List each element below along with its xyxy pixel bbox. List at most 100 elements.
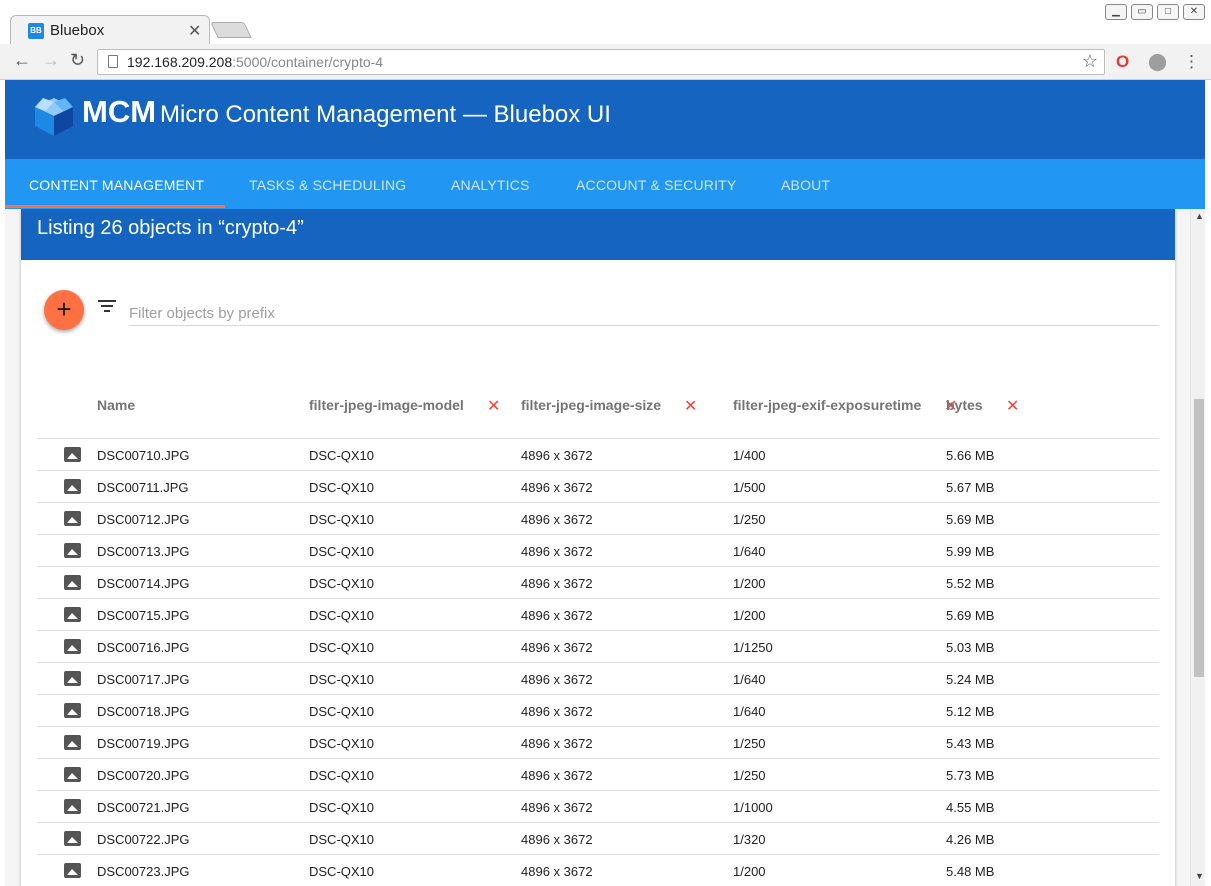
cell-name[interactable]: DSC00715.JPG <box>97 608 190 623</box>
browser-tab-strip: BB Bluebox ✕ ▁ ▭ □ ✕ <box>0 0 1211 44</box>
cell-bytes: 5.99 MB <box>946 544 995 559</box>
cell-image-model: DSC-QX10 <box>309 704 375 719</box>
cell-name[interactable]: DSC00716.JPG <box>97 640 190 655</box>
reload-icon[interactable]: ↻ <box>70 50 85 71</box>
table-row[interactable]: DSC00714.JPG DSC-QX10 4896 x 3672 1/200 5.52… <box>37 567 1159 599</box>
cell-image-model: DSC-QX10 <box>309 736 375 751</box>
cell-name[interactable]: DSC00713.JPG <box>97 544 190 559</box>
window-maximize-icon[interactable]: □ <box>1157 4 1179 20</box>
image-file-icon <box>64 671 81 686</box>
cell-bytes: 4.26 MB <box>946 832 995 847</box>
window-restore-icon[interactable]: ▭ <box>1131 4 1153 20</box>
table-row[interactable]: DSC00715.JPG DSC-QX10 4896 x 3672 1/200 5.69… <box>37 599 1159 631</box>
cell-name[interactable]: DSC00710.JPG <box>97 448 190 463</box>
forward-arrow-icon[interactable]: → <box>42 50 60 71</box>
cell-image-size: 4896 x 3672 <box>521 448 593 463</box>
nav-account-security[interactable]: ACCOUNT & SECURITY <box>576 177 736 193</box>
remove-column-bytes-icon[interactable]: ✕ <box>1006 396 1019 416</box>
cell-name[interactable]: DSC00711.JPG <box>97 480 189 495</box>
table-row[interactable]: DSC00722.JPG DSC-QX10 4896 x 3672 1/320 4.26… <box>37 823 1159 855</box>
cell-name[interactable]: DSC00718.JPG <box>97 704 190 719</box>
app-brand: MCM Micro Content Management — Bluebox UI <box>82 94 611 130</box>
table-row[interactable]: DSC00717.JPG DSC-QX10 4896 x 3672 1/640 5.24… <box>37 663 1159 695</box>
remove-column-image-size-icon[interactable]: ✕ <box>684 396 697 416</box>
image-file-icon <box>64 735 81 750</box>
table-row[interactable]: DSC00720.JPG DSC-QX10 4896 x 3672 1/250 5.73… <box>37 759 1159 791</box>
main-nav: CONTENT MANAGEMENT TASKS & SCHEDULING AN… <box>5 159 1205 209</box>
listing-title: Listing 26 objects in “crypto-4” <box>37 217 304 239</box>
window-close-icon[interactable]: ✕ <box>1183 4 1205 20</box>
cell-exposuretime: 1/250 <box>733 768 766 783</box>
table-row[interactable]: DSC00718.JPG DSC-QX10 4896 x 3672 1/640 5.12… <box>37 695 1159 727</box>
table-row[interactable]: DSC00710.JPG DSC-QX10 4896 x 3672 1/400 5.66… <box>37 439 1159 471</box>
new-tab-button[interactable] <box>210 22 252 38</box>
cell-image-model: DSC-QX10 <box>309 768 375 783</box>
image-file-icon <box>64 799 81 814</box>
nav-about[interactable]: ABOUT <box>781 177 830 193</box>
table-row[interactable]: DSC00712.JPG DSC-QX10 4896 x 3672 1/250 5.69… <box>37 503 1159 535</box>
cell-exposuretime: 1/500 <box>733 480 766 495</box>
page-info-icon[interactable] <box>108 55 118 68</box>
cell-bytes: 5.69 MB <box>946 608 995 623</box>
filter-prefix-input[interactable] <box>129 301 1159 326</box>
add-object-button[interactable]: + <box>44 290 84 330</box>
cell-exposuretime: 1/200 <box>733 864 766 879</box>
nav-tasks-scheduling[interactable]: TASKS & SCHEDULING <box>249 177 406 193</box>
image-file-icon <box>64 479 81 494</box>
column-header-exposuretime[interactable]: filter-jpeg-exif-exposuretime <box>733 397 921 413</box>
table-row[interactable]: DSC00723.JPG DSC-QX10 4896 x 3672 1/200 5.48… <box>37 855 1159 886</box>
brand-bold: MCM <box>82 94 157 129</box>
cell-name[interactable]: DSC00722.JPG <box>97 832 190 847</box>
scroll-up-arrow-icon[interactable]: ▲ <box>1195 211 1204 221</box>
browser-menu-icon[interactable]: ⋮ <box>1183 52 1200 72</box>
image-file-icon <box>64 863 81 878</box>
cell-name[interactable]: DSC00712.JPG <box>97 512 190 527</box>
table-row[interactable]: DSC00719.JPG DSC-QX10 4896 x 3672 1/250 5.43… <box>37 727 1159 759</box>
scrollbar-thumb[interactable] <box>1194 399 1204 677</box>
cell-name[interactable]: DSC00720.JPG <box>97 768 190 783</box>
table-row[interactable]: DSC00713.JPG DSC-QX10 4896 x 3672 1/640 5.99… <box>37 535 1159 567</box>
image-file-icon <box>64 703 81 718</box>
cell-exposuretime: 1/250 <box>733 736 766 751</box>
cell-bytes: 5.52 MB <box>946 576 995 591</box>
address-bar[interactable]: 192.168.209.208:5000/container/crypto-4 … <box>97 49 1105 75</box>
cell-exposuretime: 1/1000 <box>733 800 773 815</box>
cell-image-size: 4896 x 3672 <box>521 864 593 879</box>
cell-name[interactable]: DSC00717.JPG <box>97 672 190 687</box>
column-header-bytes[interactable]: bytes <box>946 397 983 413</box>
back-arrow-icon[interactable]: ← <box>13 50 31 71</box>
column-header-name[interactable]: Name <box>97 397 135 413</box>
cell-image-size: 4896 x 3672 <box>521 512 593 527</box>
object-listing-card: Listing 26 objects in “crypto-4” + Name … <box>21 209 1175 886</box>
cell-image-size: 4896 x 3672 <box>521 576 593 591</box>
url-path: :5000/container/crypto-4 <box>232 54 384 70</box>
address-url[interactable]: 192.168.209.208:5000/container/crypto-4 <box>127 54 383 70</box>
cell-exposuretime: 1/200 <box>733 576 766 591</box>
page-scrollbar[interactable]: ▲ ▼ <box>1190 209 1205 886</box>
cell-exposuretime: 1/250 <box>733 512 766 527</box>
cell-image-size: 4896 x 3672 <box>521 608 593 623</box>
remove-column-image-model-icon[interactable]: ✕ <box>487 396 500 416</box>
close-tab-icon[interactable]: ✕ <box>188 21 201 41</box>
table-row[interactable]: DSC00716.JPG DSC-QX10 4896 x 3672 1/1250 5.0… <box>37 631 1159 663</box>
cell-image-size: 4896 x 3672 <box>521 704 593 719</box>
app-header: MCM Micro Content Management — Bluebox UI <box>5 80 1205 159</box>
cell-name[interactable]: DSC00723.JPG <box>97 864 190 879</box>
column-header-image-size[interactable]: filter-jpeg-image-size <box>521 397 661 413</box>
scroll-down-arrow-icon[interactable]: ▼ <box>1195 871 1204 881</box>
column-header-image-model[interactable]: filter-jpeg-image-model <box>309 397 464 413</box>
window-minimize-icon[interactable]: ▁ <box>1105 4 1127 20</box>
table-row[interactable]: DSC00721.JPG DSC-QX10 4896 x 3672 1/1000 4.5… <box>37 791 1159 823</box>
cell-name[interactable]: DSC00721.JPG <box>97 800 190 815</box>
circle-extension-icon[interactable]: ⬤ <box>1148 52 1167 72</box>
image-file-icon <box>64 447 81 462</box>
nav-analytics[interactable]: ANALYTICS <box>451 177 530 193</box>
table-row[interactable]: DSC00711.JPG DSC-QX10 4896 x 3672 1/500 5.67… <box>37 471 1159 503</box>
cell-image-size: 4896 x 3672 <box>521 640 593 655</box>
cell-name[interactable]: DSC00714.JPG <box>97 576 190 591</box>
bookmark-star-icon[interactable]: ☆ <box>1082 51 1098 72</box>
browser-tab[interactable]: BB Bluebox ✕ <box>10 15 210 44</box>
nav-content-management[interactable]: CONTENT MANAGEMENT <box>29 177 204 193</box>
opera-extension-icon[interactable]: O <box>1116 52 1129 72</box>
cell-name[interactable]: DSC00719.JPG <box>97 736 190 751</box>
